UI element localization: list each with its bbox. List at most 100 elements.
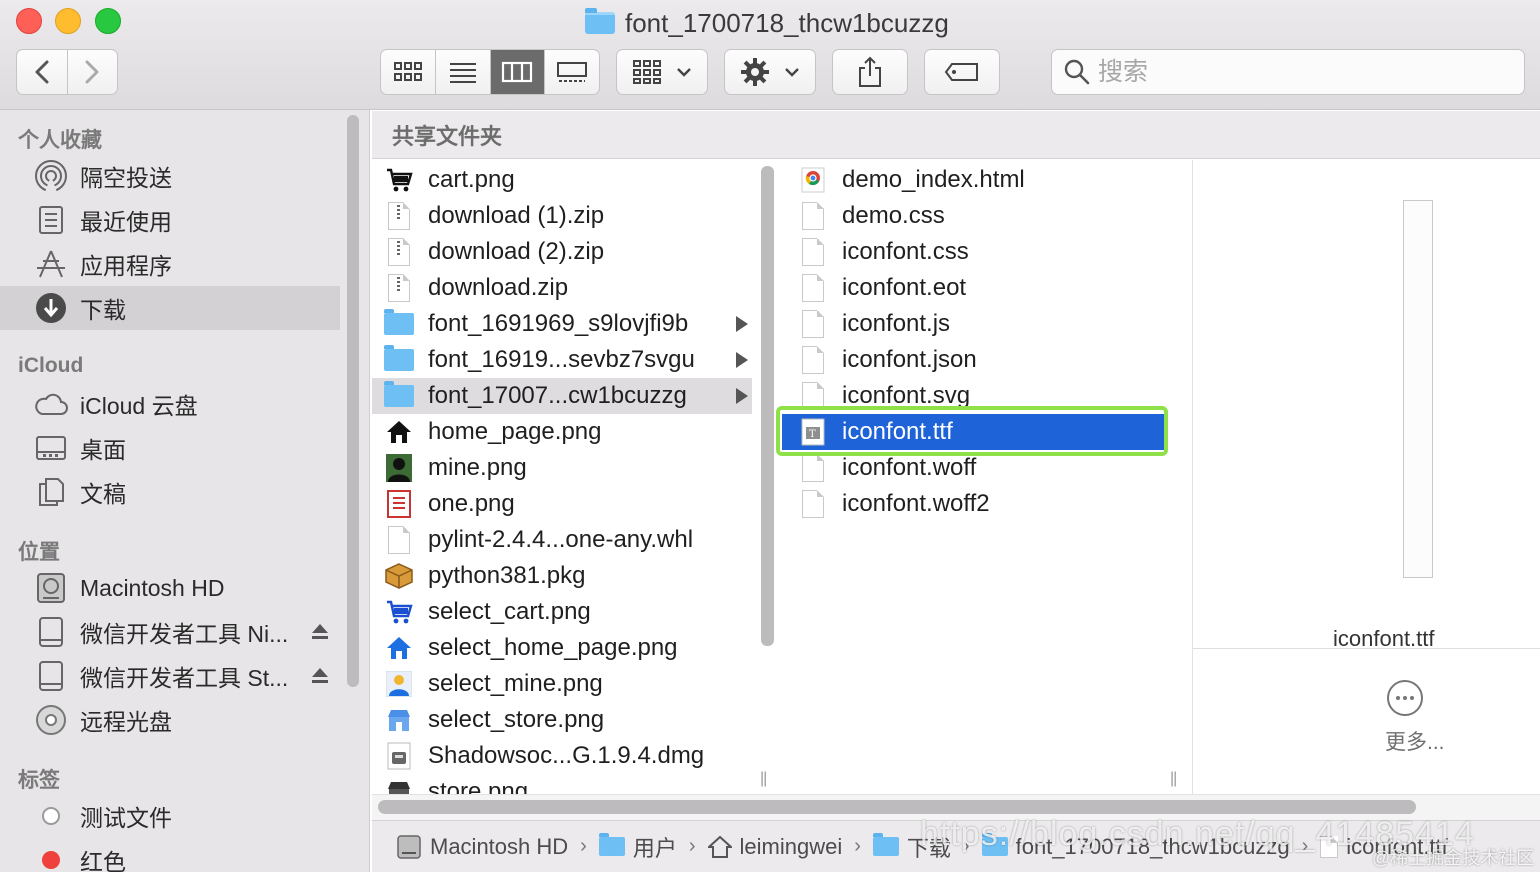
folder-row[interactable]: font_1691969_s9lovjfi9b bbox=[372, 306, 752, 342]
sidebar-item-desktop[interactable]: 桌面 bbox=[0, 426, 340, 470]
back-button[interactable] bbox=[17, 50, 68, 94]
file-row[interactable]: Shadowsoc...G.1.9.4.dmg bbox=[372, 738, 752, 774]
sidebar-item-downloads[interactable]: 下载 bbox=[0, 286, 340, 330]
file-row[interactable]: iconfont.json bbox=[782, 342, 1164, 378]
path-separator-icon: › bbox=[688, 835, 696, 857]
path-item-users[interactable]: 用户 bbox=[598, 831, 677, 863]
column-resize-handle[interactable]: || bbox=[760, 770, 767, 788]
file-row[interactable]: mine.png bbox=[372, 450, 752, 486]
sidebar-item-label: 测试文件 bbox=[80, 805, 172, 831]
path-item-label: Macintosh HD bbox=[430, 833, 569, 859]
group-by-button[interactable] bbox=[616, 49, 708, 95]
eject-icon[interactable] bbox=[310, 664, 330, 691]
sidebar-item-airdrop[interactable]: 隔空投送 bbox=[0, 154, 340, 198]
home-icon bbox=[707, 835, 732, 858]
column-1-scrollbar[interactable] bbox=[761, 166, 774, 646]
file-row[interactable]: iconfont.js bbox=[782, 306, 1164, 342]
file-row[interactable]: demo_index.html bbox=[782, 162, 1164, 198]
svg-text:T: T bbox=[809, 429, 816, 440]
close-window-button[interactable] bbox=[16, 8, 42, 34]
file-row[interactable]: iconfont.woff2 bbox=[782, 486, 1164, 522]
more-button-label[interactable]: 更多... bbox=[1385, 726, 1445, 756]
folder-row-open[interactable]: font_17007...cw1bcuzzg bbox=[372, 378, 752, 414]
column-resize-handle[interactable]: || bbox=[1170, 770, 1177, 788]
action-menu-button[interactable] bbox=[724, 49, 816, 95]
file-row[interactable]: select_mine.png bbox=[372, 666, 752, 702]
file-row[interactable]: iconfont.svg bbox=[782, 378, 1164, 414]
sidebar-item-applications[interactable]: 应用程序 bbox=[0, 242, 340, 286]
column-view-button[interactable] bbox=[490, 50, 546, 94]
downloads-icon bbox=[34, 291, 68, 325]
sidebar-item-icloud-drive[interactable]: iCloud 云盘 bbox=[0, 382, 340, 426]
shared-folder-header: 共享文件夹 bbox=[372, 111, 1540, 159]
forward-button[interactable] bbox=[68, 50, 118, 94]
sidebar-section-tags: 标签 bbox=[18, 769, 60, 792]
search-field[interactable] bbox=[1051, 49, 1525, 95]
person-icon bbox=[384, 453, 414, 483]
tag-color-dot bbox=[42, 807, 60, 825]
edit-tags-button[interactable] bbox=[924, 49, 1000, 95]
file-row[interactable]: download (2).zip bbox=[372, 234, 752, 270]
file-name: mine.png bbox=[428, 454, 527, 481]
sidebar-item-wechat-devtools-1[interactable]: 微信开发者工具 Ni... bbox=[0, 610, 340, 654]
path-item-file[interactable]: iconfont.ttf bbox=[1320, 834, 1448, 860]
sidebar-scrollbar[interactable] bbox=[347, 115, 359, 687]
list-icon bbox=[449, 63, 476, 83]
file-row[interactable]: one.png bbox=[372, 486, 752, 522]
minimize-window-button[interactable] bbox=[55, 8, 81, 34]
path-item-home[interactable]: leimingwei bbox=[707, 833, 843, 860]
file-row[interactable]: python381.pkg bbox=[372, 558, 752, 594]
file-row[interactable]: store.png bbox=[372, 774, 752, 794]
sidebar-item-wechat-devtools-2[interactable]: 微信开发者工具 St... bbox=[0, 654, 340, 698]
path-item-font-folder[interactable]: font_1700718_thcw1bcuzzg bbox=[981, 833, 1290, 860]
search-input[interactable] bbox=[1098, 57, 1498, 87]
disk-image-icon bbox=[34, 659, 68, 693]
sidebar-item-remote-disc[interactable]: 远程光盘 bbox=[0, 698, 340, 742]
file-row[interactable]: download (1).zip bbox=[372, 198, 752, 234]
file-row[interactable]: iconfont.eot bbox=[782, 270, 1164, 306]
file-name: one.png bbox=[428, 490, 515, 517]
sidebar-item-label: 应用程序 bbox=[80, 253, 172, 279]
image-file-icon bbox=[384, 489, 414, 519]
window-title-text: font_1700718_thcw1bcuzzg bbox=[625, 7, 949, 38]
horizontal-scrollbar[interactable] bbox=[378, 800, 1416, 814]
zip-icon bbox=[384, 201, 414, 231]
more-icon[interactable] bbox=[1387, 680, 1423, 716]
folder-row[interactable]: font_16919...sevbz7svgu bbox=[372, 342, 752, 378]
file-name: demo_index.html bbox=[842, 166, 1025, 193]
file-row[interactable]: iconfont.woff bbox=[782, 450, 1164, 486]
file-row-selected[interactable]: T iconfont.ttf bbox=[782, 414, 1164, 450]
zoom-window-button[interactable] bbox=[95, 8, 121, 34]
sidebar-item-macintosh-hd[interactable]: Macintosh HD bbox=[0, 566, 340, 610]
file-name: iconfont.json bbox=[842, 346, 977, 373]
sidebar-item-documents[interactable]: 文稿 bbox=[0, 470, 340, 514]
file-row[interactable]: home_page.png bbox=[372, 414, 752, 450]
sidebar-item-label: iCloud 云盘 bbox=[80, 393, 198, 419]
file-row[interactable]: download.zip bbox=[372, 270, 752, 306]
file-row[interactable]: select_home_page.png bbox=[372, 630, 752, 666]
file-row[interactable]: select_cart.png bbox=[372, 594, 752, 630]
file-name: download (2).zip bbox=[428, 238, 605, 265]
sidebar-item-recents[interactable]: 最近使用 bbox=[0, 198, 340, 242]
path-item-downloads[interactable]: 下载 bbox=[872, 831, 951, 863]
icon-view-button[interactable] bbox=[381, 50, 436, 94]
sidebar-tag-red[interactable]: 红色 bbox=[0, 838, 340, 872]
document-icon bbox=[798, 237, 828, 267]
sidebar-section-locations: 位置 bbox=[18, 541, 60, 564]
file-name: font_17007...cw1bcuzzg bbox=[428, 382, 687, 409]
file-row[interactable]: cart.png bbox=[372, 162, 752, 198]
file-row[interactable]: iconfont.css bbox=[782, 234, 1164, 270]
path-item-macintosh-hd[interactable]: Macintosh HD bbox=[396, 834, 568, 860]
file-row[interactable]: demo.css bbox=[782, 198, 1164, 234]
path-item-label: leimingwei bbox=[739, 833, 843, 859]
share-button[interactable] bbox=[832, 49, 908, 95]
document-icon bbox=[798, 309, 828, 339]
gallery-view-button[interactable] bbox=[545, 50, 599, 94]
list-view-button[interactable] bbox=[436, 50, 491, 94]
file-row[interactable]: pylint-2.4.4...one-any.whl bbox=[372, 522, 752, 558]
eject-icon[interactable] bbox=[310, 620, 330, 647]
sidebar-tag-test-files[interactable]: 测试文件 bbox=[0, 794, 340, 838]
chevron-down-icon bbox=[677, 68, 691, 77]
file-name: download (1).zip bbox=[428, 202, 605, 229]
file-row[interactable]: select_store.png bbox=[372, 702, 752, 738]
